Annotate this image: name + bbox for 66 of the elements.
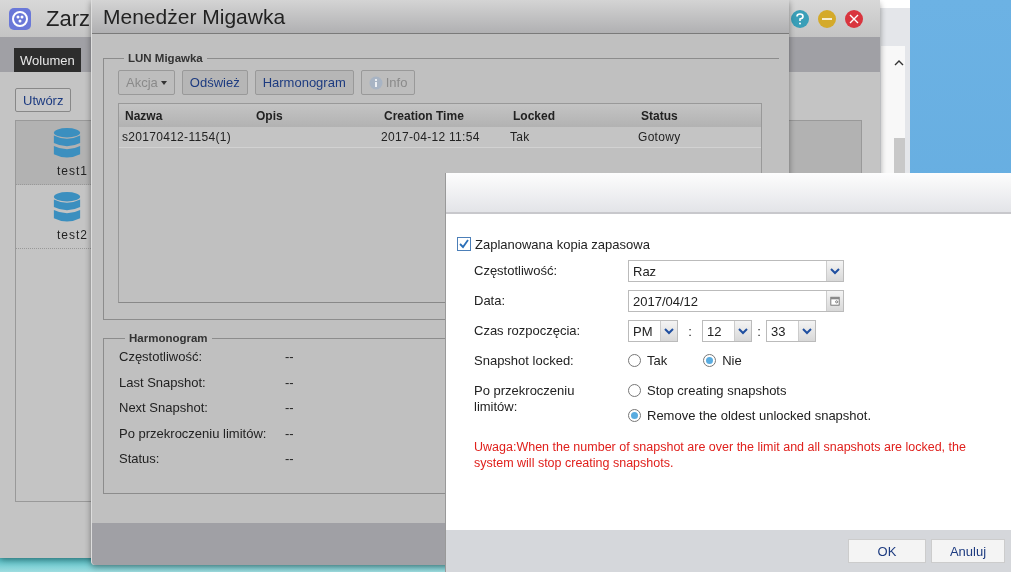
toolbar-button[interactable]: Harmonogram (254, 70, 354, 95)
database-icon (52, 191, 82, 225)
field-value: -- (285, 451, 294, 467)
field-value: -- (285, 374, 294, 390)
chevron-down-icon (738, 326, 748, 336)
field-label: Data: (474, 292, 507, 310)
time-select[interactable]: 33 (766, 320, 816, 342)
time-separator: : (687, 323, 693, 339)
radio-label: Tak (647, 353, 668, 368)
table-cell: Tak (510, 130, 530, 144)
column-header[interactable]: Status (641, 108, 761, 123)
database-icon (52, 127, 82, 161)
chevron-down-icon (664, 326, 674, 336)
warning-text: Uwaga:When the number of snapshot are over the limit and all snapshots are locked, the system will stop creating snapshots. (474, 439, 967, 471)
info-icon (368, 75, 383, 90)
table-cell: s20170412-1154(1) (122, 130, 231, 144)
cancel-button[interactable]: Anuluj (931, 539, 1005, 563)
frequency-select[interactable]: Raz (628, 260, 844, 282)
radio-label: Nie (722, 353, 742, 368)
radio-button[interactable] (703, 354, 717, 367)
field-value: -- (285, 425, 294, 441)
radio-button[interactable] (628, 409, 641, 422)
caret-icon (160, 80, 167, 85)
field-label: Po przekroczeniu limitów: (119, 425, 268, 441)
tab[interactable]: Wolumen (14, 48, 81, 72)
field-label: Po przekroczeniu limitów: (474, 382, 576, 416)
column-header[interactable]: Opis (256, 108, 384, 123)
toolbar-button[interactable]: Odśwież (181, 70, 248, 95)
field-label: Status: (119, 451, 161, 467)
section-title: Harmonogram (128, 332, 209, 344)
close-icon[interactable] (844, 8, 864, 29)
field-label: Częstotliwość: (474, 262, 559, 280)
section-title: LUN Migawka (127, 52, 204, 64)
window-title: Menedżer Migawka (103, 4, 286, 29)
create-button[interactable]: Utwórz (15, 88, 72, 112)
time-separator: : (756, 323, 762, 339)
ok-button[interactable]: OK (848, 539, 926, 563)
date-field[interactable]: 2017/04/12 (628, 290, 844, 312)
radio-button[interactable] (628, 384, 641, 397)
radio-button[interactable] (628, 354, 641, 367)
calendar-icon (830, 296, 840, 306)
column-header[interactable]: Nazwa (125, 108, 256, 123)
chevron-down-icon (802, 326, 812, 336)
field-label: Last Snapshot: (119, 374, 207, 390)
app-logo-icon (8, 6, 32, 31)
field-label: Częstotliwość: (119, 349, 204, 365)
column-header[interactable]: Locked (513, 108, 641, 123)
checkbox-label: Zaplanowana kopia zapasowa (475, 236, 650, 252)
radio-label: Stop creating snapshots (647, 383, 787, 398)
radio-label: Remove the oldest unlocked snapshot. (647, 408, 872, 423)
table-cell: 2017-04-12 11:54 (381, 130, 480, 144)
field-label: Snapshot locked: (474, 352, 575, 370)
table-cell: Gotowy (638, 130, 681, 144)
field-value: -- (285, 349, 294, 365)
help-icon[interactable] (790, 8, 810, 29)
chevron-down-icon (830, 266, 840, 276)
table-row[interactable]: s20170412-1154(1) 2017-04-12 11:54 Tak Gotowy (119, 127, 761, 148)
field-label: Czas rozpoczęcia: (474, 322, 582, 340)
field-label: Next Snapshot: (119, 400, 209, 416)
field-value: -- (285, 400, 294, 416)
time-select[interactable]: PM (628, 320, 678, 342)
scroll-up-icon[interactable] (894, 60, 904, 66)
checkbox[interactable] (457, 237, 471, 251)
column-header[interactable]: Creation Time (384, 108, 513, 123)
window-title: Zarz (46, 5, 90, 32)
time-select[interactable]: 12 (702, 320, 752, 342)
